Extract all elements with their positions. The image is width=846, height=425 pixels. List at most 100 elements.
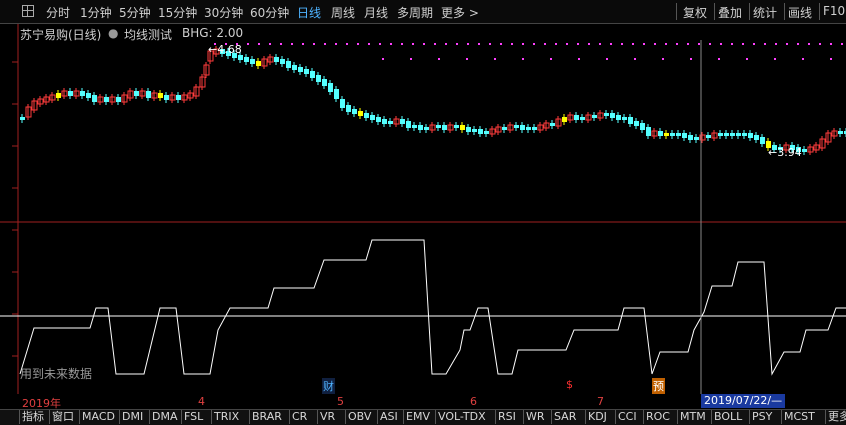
candle-body xyxy=(688,135,693,140)
signal-dot xyxy=(357,43,359,45)
candle-body xyxy=(454,125,459,128)
candle-body xyxy=(134,91,139,96)
candle-body xyxy=(424,127,429,130)
candle-body xyxy=(526,127,531,130)
candle-body xyxy=(80,91,85,96)
candle-body xyxy=(580,117,585,120)
candle-body xyxy=(628,117,633,124)
indicator-tab-15[interactable]: WR xyxy=(524,410,547,424)
indicator-tab-4[interactable]: DMA xyxy=(150,410,180,424)
date-axis-month: 7 xyxy=(597,395,604,408)
candlestick-series xyxy=(20,46,846,155)
indicator-tab-22[interactable]: PSY xyxy=(750,410,774,424)
signal-dot xyxy=(550,58,552,60)
candle-body xyxy=(346,105,351,112)
indicator-tab-20[interactable]: MTM xyxy=(678,410,708,424)
low-price-label: ←3.94 xyxy=(768,146,802,159)
signal-dot xyxy=(819,43,821,45)
indicator-tab-24[interactable]: 更多 xyxy=(826,410,846,424)
date-axis-month: 6 xyxy=(470,395,477,408)
signal-dot xyxy=(797,43,799,45)
signal-dot xyxy=(434,43,436,45)
candle-body xyxy=(56,93,61,98)
candle-body xyxy=(68,91,73,96)
candle-body xyxy=(646,127,651,136)
candle-body xyxy=(116,97,121,102)
indicator-tab-2[interactable]: MACD xyxy=(80,410,117,424)
indicator-tab-18[interactable]: CCI xyxy=(616,410,639,424)
signal-dot xyxy=(665,43,667,45)
signal-dot xyxy=(802,58,804,60)
candle-body xyxy=(256,61,261,66)
signal-dot xyxy=(709,43,711,45)
signal-dot xyxy=(500,43,502,45)
candle-body xyxy=(418,125,423,130)
indicator-tab-23[interactable]: MCST xyxy=(782,410,817,424)
indicator-tab-8[interactable]: CR xyxy=(290,410,309,424)
indicator-tab-7[interactable]: BRAR xyxy=(250,410,284,424)
indicator-tab-19[interactable]: ROC xyxy=(644,410,672,424)
indicator-tab-5[interactable]: FSL xyxy=(182,410,205,424)
indicator-tab-0[interactable]: 指标 xyxy=(20,410,46,424)
signal-dot xyxy=(555,43,557,45)
indicator-tab-1[interactable]: 窗口 xyxy=(50,410,76,424)
candle-body xyxy=(358,111,363,116)
signal-dot xyxy=(466,58,468,60)
indicator-tab-17[interactable]: KDJ xyxy=(586,410,609,424)
candle-body xyxy=(562,117,567,122)
signal-dot xyxy=(467,43,469,45)
signal-dot xyxy=(599,43,601,45)
candle-body xyxy=(634,121,639,126)
signal-dot xyxy=(533,43,535,45)
signal-dot xyxy=(368,43,370,45)
indicator-tab-3[interactable]: DMI xyxy=(120,410,145,424)
candle-body xyxy=(460,125,465,130)
signal-dot xyxy=(401,43,403,45)
candle-body xyxy=(292,65,297,70)
indicator-tab-10[interactable]: OBV xyxy=(346,410,373,424)
candle-body xyxy=(104,97,109,102)
candle-body xyxy=(742,133,747,136)
indicator-tab-11[interactable]: ASI xyxy=(378,410,400,424)
candle-body xyxy=(730,133,735,136)
signal-dot xyxy=(764,43,766,45)
earnings-event-marker[interactable]: 财 xyxy=(322,378,335,394)
signal-dot xyxy=(382,58,384,60)
candle-body xyxy=(412,125,417,128)
candle-body xyxy=(676,133,681,136)
candle-body xyxy=(706,135,711,138)
signal-dot xyxy=(654,43,656,45)
chart-canvas[interactable]: ←4.68 ←3.94 用到未来数据 xyxy=(0,0,846,424)
candle-body xyxy=(340,99,345,108)
candle-body xyxy=(550,123,555,126)
signal-dot xyxy=(423,43,425,45)
signal-dot xyxy=(606,58,608,60)
indicator-tab-12[interactable]: EMV xyxy=(404,410,432,424)
candle-body xyxy=(370,115,375,120)
candle-body xyxy=(802,149,807,152)
signal-dot xyxy=(632,43,634,45)
forecast-event-marker[interactable]: 预 xyxy=(652,378,665,394)
candle-body xyxy=(718,133,723,136)
candle-body xyxy=(304,69,309,74)
signal-dot xyxy=(746,58,748,60)
signal-dot xyxy=(544,43,546,45)
signal-dot xyxy=(687,43,689,45)
signal-dot xyxy=(577,43,579,45)
candle-body xyxy=(514,125,519,128)
signal-dot xyxy=(511,43,513,45)
candle-body xyxy=(400,119,405,124)
signal-dot xyxy=(662,58,664,60)
signal-dot xyxy=(698,43,700,45)
left-axis xyxy=(12,24,19,394)
dividend-event-marker[interactable]: $ xyxy=(566,378,573,391)
indicator-tab-14[interactable]: RSI xyxy=(496,410,518,424)
candle-body xyxy=(20,117,25,120)
candle-body xyxy=(442,125,447,130)
indicator-tab-16[interactable]: SAR xyxy=(552,410,578,424)
indicator-tab-13[interactable]: VOL-TDX xyxy=(436,410,488,424)
candle-body xyxy=(616,115,621,120)
indicator-tab-6[interactable]: TRIX xyxy=(212,410,241,424)
indicator-tab-9[interactable]: VR xyxy=(318,410,337,424)
indicator-tab-21[interactable]: BOLL xyxy=(712,410,744,424)
